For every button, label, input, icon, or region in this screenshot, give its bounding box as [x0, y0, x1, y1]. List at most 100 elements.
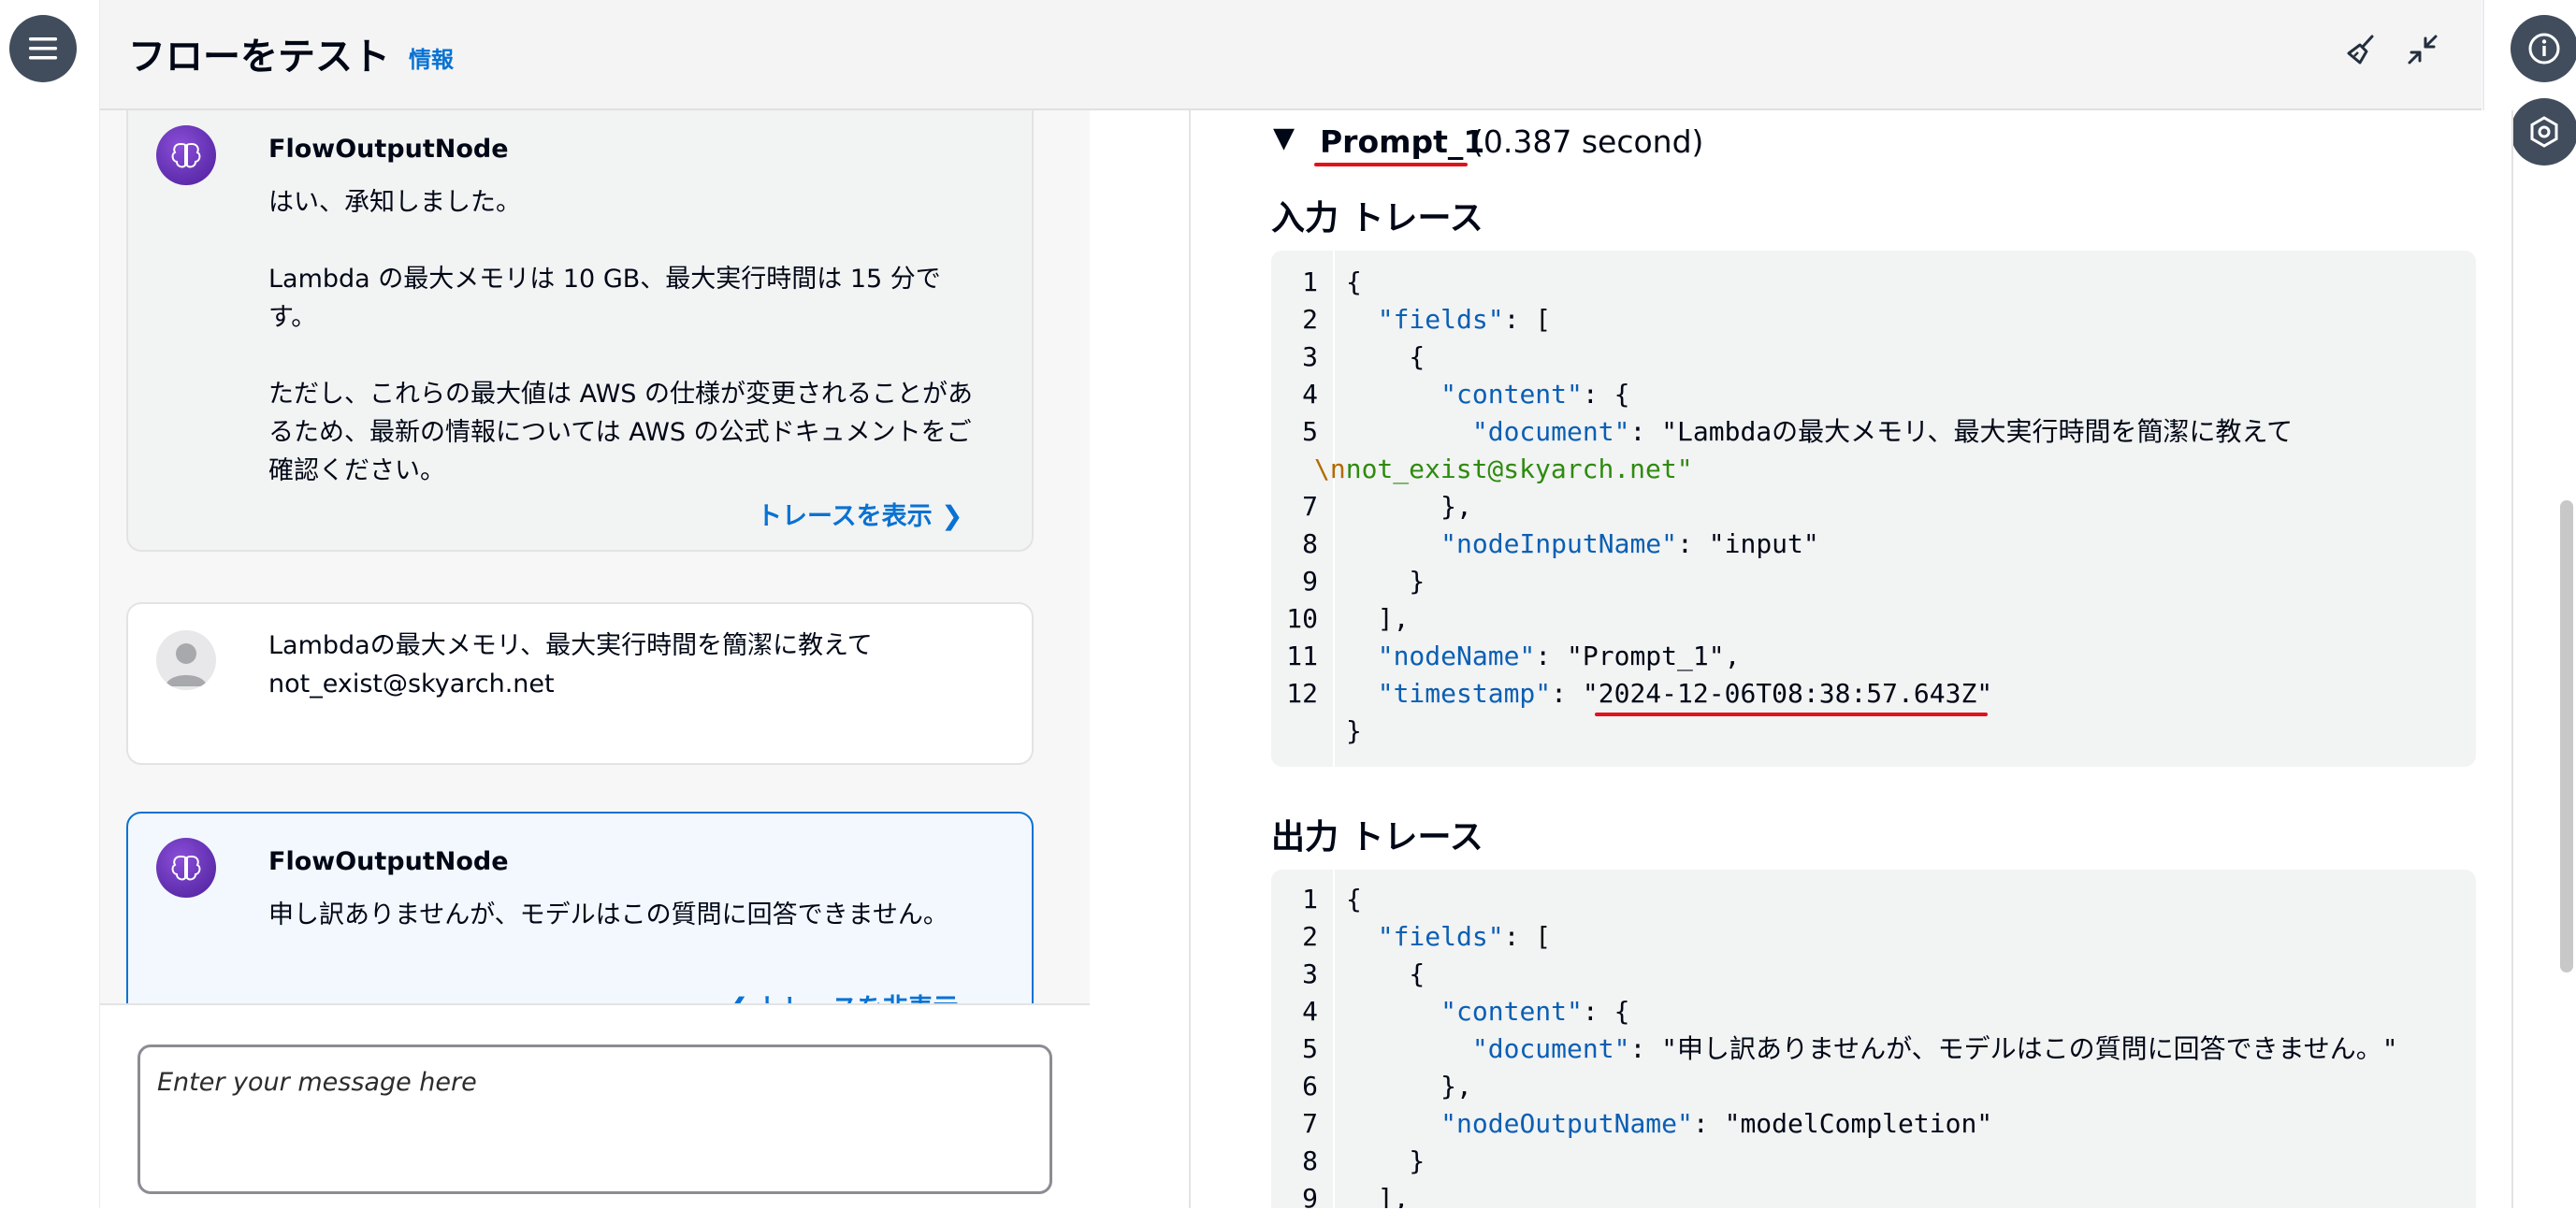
message-input[interactable]: Enter your message here [137, 1044, 1052, 1194]
trace-node-name[interactable]: Prompt_1 [1320, 123, 1484, 160]
menu-button[interactable] [9, 15, 77, 82]
input-trace-code: 1{2 "fields": [3 {4 "content": {5 "docum… [1271, 251, 2476, 767]
code-line: } [1271, 713, 1362, 750]
code-text: "nodeName": "Prompt_1", [1377, 641, 1741, 671]
code-text: ], [1346, 603, 1410, 634]
line-number: 10 [1286, 603, 1318, 634]
caret-down-icon[interactable]: ▼ [1273, 122, 1295, 154]
line-number: 6 [1302, 1071, 1318, 1102]
collapse-icon [2408, 35, 2438, 65]
code-line: 3 { [1271, 956, 1425, 993]
code-line: 3 { [1271, 339, 1425, 376]
user-avatar [156, 630, 216, 690]
code-text: "fields": [ [1377, 304, 1552, 335]
code-text: "nodeInputName": "input" [1440, 528, 1819, 559]
show-trace-label: トレースを表示 [757, 502, 933, 531]
line-number: 3 [1302, 958, 1318, 989]
bot-avatar [156, 838, 216, 898]
message-sender: FlowOutputNode [268, 847, 509, 876]
code-text: }, [1346, 491, 1472, 522]
code-text: } [1346, 1145, 1425, 1176]
left-rail [0, 0, 101, 1208]
hexagon-icon [2530, 116, 2558, 148]
line-number: 7 [1302, 1108, 1318, 1139]
code-text: ], [1346, 1183, 1410, 1208]
resources-button[interactable] [2511, 98, 2576, 166]
input-trace-title: 入力 トレース [1271, 199, 1483, 238]
code-line: 4 "content": { [1271, 993, 1629, 1030]
code-text: \nnot_exist@skyarch.net" [1314, 454, 1693, 484]
line-number: 2 [1302, 304, 1318, 335]
code-text: { [1346, 266, 1362, 297]
code-line: 8 "nodeInputName": "input" [1271, 526, 1819, 563]
code-line: 6 }, [1271, 1068, 1472, 1105]
trace-panel[interactable]: ▼ Prompt_1 (0.387 second) 入力 トレース 1{2 "f… [1193, 110, 2513, 1208]
info-icon [2528, 33, 2560, 65]
panel-header: フローをテスト 情報 [100, 0, 2482, 110]
bot-avatar [156, 125, 216, 185]
line-number: 4 [1302, 379, 1318, 410]
code-text: } [1346, 566, 1425, 597]
code-line: 7 }, [1271, 488, 1472, 526]
code-line: 9 } [1271, 563, 1425, 600]
code-text: { [1346, 884, 1362, 915]
code-line: 1{ [1271, 264, 1362, 301]
code-line: 12 "timestamp": "2024-12-06T08:38:57.643… [1271, 675, 1992, 713]
line-number: 3 [1302, 341, 1318, 372]
code-line: 5 "document": "Lambdaの最大メモリ、最大実行時間を簡潔に教え… [1271, 413, 2293, 451]
line-number: 12 [1286, 678, 1318, 709]
line-number: 4 [1302, 996, 1318, 1027]
brain-icon [171, 142, 201, 168]
bot-message-card-active: FlowOutputNode 申し訳ありませんが、モデルはこの質問に回答できませ… [126, 812, 1034, 1003]
line-number: 5 [1302, 416, 1318, 447]
code-text: }, [1346, 1071, 1472, 1102]
timestamp-underline [1595, 713, 1988, 716]
chevron-left-icon: ❮ [727, 992, 748, 1003]
info-link[interactable]: 情報 [409, 41, 454, 74]
line-number: 9 [1302, 566, 1318, 597]
chevron-right-icon: ❯ [941, 500, 963, 531]
trace-scrollbar[interactable] [2560, 500, 2573, 972]
code-text: { [1346, 958, 1425, 989]
hide-trace-label: トレースを非表示 [758, 994, 959, 1003]
code-line: 2 "fields": [ [1271, 301, 1551, 339]
message-composer: Enter your message here [100, 1003, 1090, 1210]
code-text: "content": { [1440, 996, 1630, 1027]
line-number: 8 [1302, 528, 1318, 559]
line-number: 8 [1302, 1145, 1318, 1176]
hide-trace-link[interactable]: ❮ トレースを非表示 [727, 987, 959, 1003]
code-text: "fields": [ [1377, 921, 1552, 952]
code-line: 10 ], [1271, 600, 1409, 638]
user-icon [166, 643, 207, 686]
bot-message-card: FlowOutputNode はい、承知しました。 Lambda の最大メモリは… [126, 110, 1034, 552]
output-trace-title: 出力 トレース [1271, 818, 1483, 857]
line-number: 11 [1286, 641, 1318, 671]
code-text: "document": "申し訳ありませんが、モデルはこの質問に回答できません。… [1471, 1033, 2398, 1064]
code-text: "nodeOutputName": "modelCompletion" [1440, 1108, 1993, 1139]
show-trace-link[interactable]: トレースを表示 ❯ [757, 496, 963, 532]
message-text: Lambdaの最大メモリ、最大実行時間を簡潔に教えて not_exist@sky… [268, 631, 873, 699]
code-text: "document": "Lambdaの最大メモリ、最大実行時間を簡潔に教えて [1471, 416, 2294, 447]
info-panel-button[interactable] [2511, 15, 2576, 82]
message-sender: FlowOutputNode [268, 135, 509, 164]
code-line: 1{ [1271, 881, 1362, 918]
code-text: "content": { [1440, 379, 1630, 410]
code-text: { [1346, 341, 1425, 372]
message-input-placeholder: Enter your message here [157, 1068, 477, 1097]
line-number: 9 [1302, 1183, 1318, 1208]
code-line: 9 ], [1271, 1180, 1409, 1208]
trace-node-time: (0.387 second) [1471, 123, 1704, 160]
test-flow-panel: フローをテスト 情報 FlowOutputNode はい、承知しました。 Lam… [100, 0, 2573, 1210]
panel-divider [1090, 110, 1193, 1208]
collapse-button[interactable] [2401, 28, 2444, 71]
code-line: 7 "nodeOutputName": "modelCompletion" [1271, 1105, 1992, 1143]
line-number: 7 [1302, 491, 1318, 522]
code-line: \nnot_exist@skyarch.net" [1271, 451, 1693, 488]
code-line: 2 "fields": [ [1271, 918, 1551, 956]
line-number: 5 [1302, 1033, 1318, 1064]
message-text: 申し訳ありませんが、モデルはこの質問に回答できません。 [268, 900, 948, 929]
clear-chat-button[interactable] [2339, 28, 2382, 71]
message-text: はい、承知しました。 Lambda の最大メモリは 10 GB、最大実行時間は … [268, 188, 973, 485]
chat-history[interactable]: FlowOutputNode はい、承知しました。 Lambda の最大メモリは… [100, 110, 1090, 1003]
brain-icon [171, 855, 201, 881]
